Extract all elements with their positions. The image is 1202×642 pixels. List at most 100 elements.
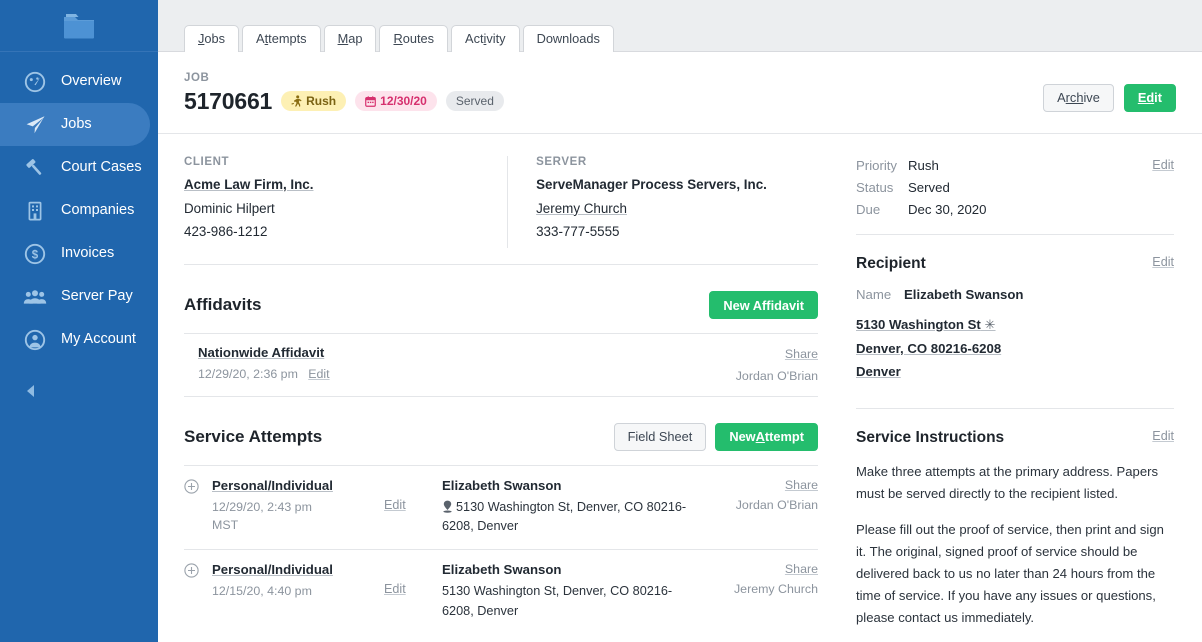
attempt-type[interactable]: Personal/Individual — [212, 478, 384, 493]
attempt-share-link[interactable]: Share — [785, 562, 818, 576]
affidavit-name[interactable]: Nationwide Affidavit — [198, 345, 688, 360]
tab-routes[interactable]: Routes — [379, 25, 448, 52]
svg-text:$: $ — [32, 249, 39, 261]
due-label: Due — [856, 202, 908, 217]
main-area: Jobs Attempts Map Routes Activity Downlo… — [158, 0, 1202, 642]
sidebar-item-overview[interactable]: Overview — [0, 60, 158, 103]
recipient-title: Recipient — [856, 255, 1174, 273]
attempt-side-col: Share Jordan O'Brian — [700, 478, 818, 537]
recipient-address: 5130 Washington St ✳ Denver, CO 80216-62… — [856, 316, 1174, 386]
sidebar-collapse-button[interactable] — [22, 382, 40, 400]
running-person-icon — [291, 95, 302, 107]
tab-downloads[interactable]: Downloads — [523, 25, 614, 52]
edit-recipient-link[interactable]: Edit — [1152, 255, 1174, 269]
client-block: CLIENT Acme Law Firm, Inc. Dominic Hilpe… — [184, 156, 507, 248]
attempt-share-link[interactable]: Share — [785, 478, 818, 492]
left-column: CLIENT Acme Law Firm, Inc. Dominic Hilpe… — [158, 134, 844, 642]
due-value: Dec 30, 2020 — [908, 202, 986, 217]
job-header: JOB 5170661 Rush — [158, 52, 1202, 134]
speedometer-icon — [22, 69, 48, 95]
server-block: SERVER ServeManager Process Servers, Inc… — [507, 156, 818, 248]
attempt-edit-link[interactable]: Edit — [384, 582, 406, 596]
tab-jobs[interactable]: Jobs — [184, 25, 239, 52]
edit-instructions-link[interactable]: Edit — [1152, 429, 1174, 443]
sidebar-item-court-cases[interactable]: Court Cases — [0, 146, 158, 189]
priority-badge-label: Rush — [306, 94, 336, 108]
sidebar-item-label: My Account — [61, 332, 136, 347]
address-line-2[interactable]: Denver, CO 80216-6208 — [856, 341, 1001, 356]
tab-map[interactable]: Map — [324, 25, 377, 52]
field-sheet-button[interactable]: Field Sheet — [614, 423, 707, 451]
service-attempts-actions: Field Sheet New Attempt — [614, 423, 818, 451]
table-row: Personal/Individual 12/29/20, 2:43 pm MS… — [184, 465, 818, 549]
archive-button[interactable]: Archive — [1043, 84, 1114, 112]
client-phone: 423-986-1212 — [184, 224, 507, 241]
sidebar-item-label: Court Cases — [61, 160, 142, 175]
sidebar-item-companies[interactable]: Companies — [0, 189, 158, 232]
server-kicker-label: SERVER — [536, 156, 818, 168]
affidavit-share-link[interactable]: Share — [785, 347, 818, 361]
status-label: Status — [856, 180, 908, 195]
expand-attempt-button[interactable] — [184, 478, 212, 537]
instructions-paragraph-1: Make three attempts at the primary addre… — [856, 461, 1174, 505]
attempt-side-col: Share Jeremy Church — [700, 562, 818, 621]
attempt-type-col: Personal/Individual 12/15/20, 4:40 pm — [212, 562, 384, 621]
edit-summary-link[interactable]: Edit — [1152, 158, 1174, 172]
service-attempts-title: Service Attempts — [184, 427, 322, 447]
affidavit-author: Jordan O'Brian — [688, 369, 818, 383]
affidavit-meta: 12/29/20, 2:36 pm Edit — [198, 365, 688, 384]
folder-icon — [62, 12, 96, 40]
sidebar-item-label: Server Pay — [61, 289, 133, 304]
due-field: Due Dec 30, 2020 — [856, 202, 1174, 217]
address-line-1[interactable]: 5130 Washington St ✳ — [856, 317, 996, 333]
sidebar-item-label: Companies — [61, 203, 134, 218]
affidavit-timestamp: 12/29/20, 2:36 pm — [198, 367, 298, 381]
server-phone: 333-777-5555 — [536, 224, 818, 241]
attempt-edit-link[interactable]: Edit — [384, 498, 406, 512]
affidavit-row: Nationwide Affidavit 12/29/20, 2:36 pm E… — [184, 333, 818, 397]
priority-value: Rush — [908, 158, 939, 173]
attempt-edit-col: Edit — [384, 562, 442, 621]
job-number: 5170661 — [184, 88, 272, 115]
sidebar-item-label: Invoices — [61, 246, 114, 261]
attempt-detail-col: Elizabeth Swanson 5130 Washington St, De… — [442, 562, 700, 621]
tab-attempts[interactable]: Attempts — [242, 25, 321, 52]
attempt-address: 5130 Washington St, Denver, CO 80216-620… — [442, 582, 688, 621]
sidebar-item-server-pay[interactable]: Server Pay — [0, 275, 158, 318]
status-badge-served: Served — [446, 91, 504, 111]
new-affidavit-button[interactable]: New Affidavit — [709, 291, 818, 319]
instructions-paragraph-2: Please fill out the proof of service, th… — [856, 519, 1174, 629]
attempt-timestamp: 12/29/20, 2:43 pm — [212, 498, 384, 517]
sidebar-item-my-account[interactable]: My Account — [0, 318, 158, 361]
client-company: Acme Law Firm, Inc. — [184, 177, 507, 194]
expand-attempt-button[interactable] — [184, 562, 212, 621]
client-kicker-label: CLIENT — [184, 156, 507, 168]
service-attempts-header: Service Attempts Field Sheet New Attempt — [184, 423, 818, 451]
job-header-line: 5170661 Rush — [184, 88, 1176, 115]
attempt-recipient: Elizabeth Swanson — [442, 562, 688, 577]
sidebar-nav: Overview Jobs — [0, 52, 158, 361]
attempt-type[interactable]: Personal/Individual — [212, 562, 384, 577]
attempt-detail-col: Elizabeth Swanson 5130 Washington St, De… — [442, 478, 700, 537]
sidebar-item-jobs[interactable]: Jobs — [0, 103, 150, 146]
sidebar-item-label: Jobs — [61, 117, 92, 132]
divider — [184, 264, 818, 265]
logo-area[interactable] — [0, 0, 158, 52]
attempt-edit-col: Edit — [384, 478, 442, 537]
job-summary-panel: Edit Priority Rush Status Served Due Dec… — [856, 134, 1174, 217]
priority-field: Priority Rush — [856, 158, 1174, 173]
attempt-timezone: MST — [212, 516, 384, 535]
affidavit-edit-link[interactable]: Edit — [308, 367, 329, 381]
edit-job-button[interactable]: Edit — [1124, 84, 1176, 112]
sidebar-item-invoices[interactable]: $ Invoices — [0, 232, 158, 275]
new-attempt-button[interactable]: New Attempt — [715, 423, 818, 451]
recipient-name-value: Elizabeth Swanson — [904, 287, 1023, 302]
service-instructions-title: Service Instructions — [856, 429, 1174, 447]
address-line-3[interactable]: Denver — [856, 364, 901, 379]
affidavit-info: Nationwide Affidavit 12/29/20, 2:36 pm E… — [198, 345, 688, 384]
status-value: Served — [908, 180, 950, 195]
server-contact: Jeremy Church — [536, 201, 818, 218]
tab-activity[interactable]: Activity — [451, 25, 520, 52]
user-circle-icon — [22, 327, 48, 353]
status-badge-due: 12/30/20 — [355, 91, 437, 111]
